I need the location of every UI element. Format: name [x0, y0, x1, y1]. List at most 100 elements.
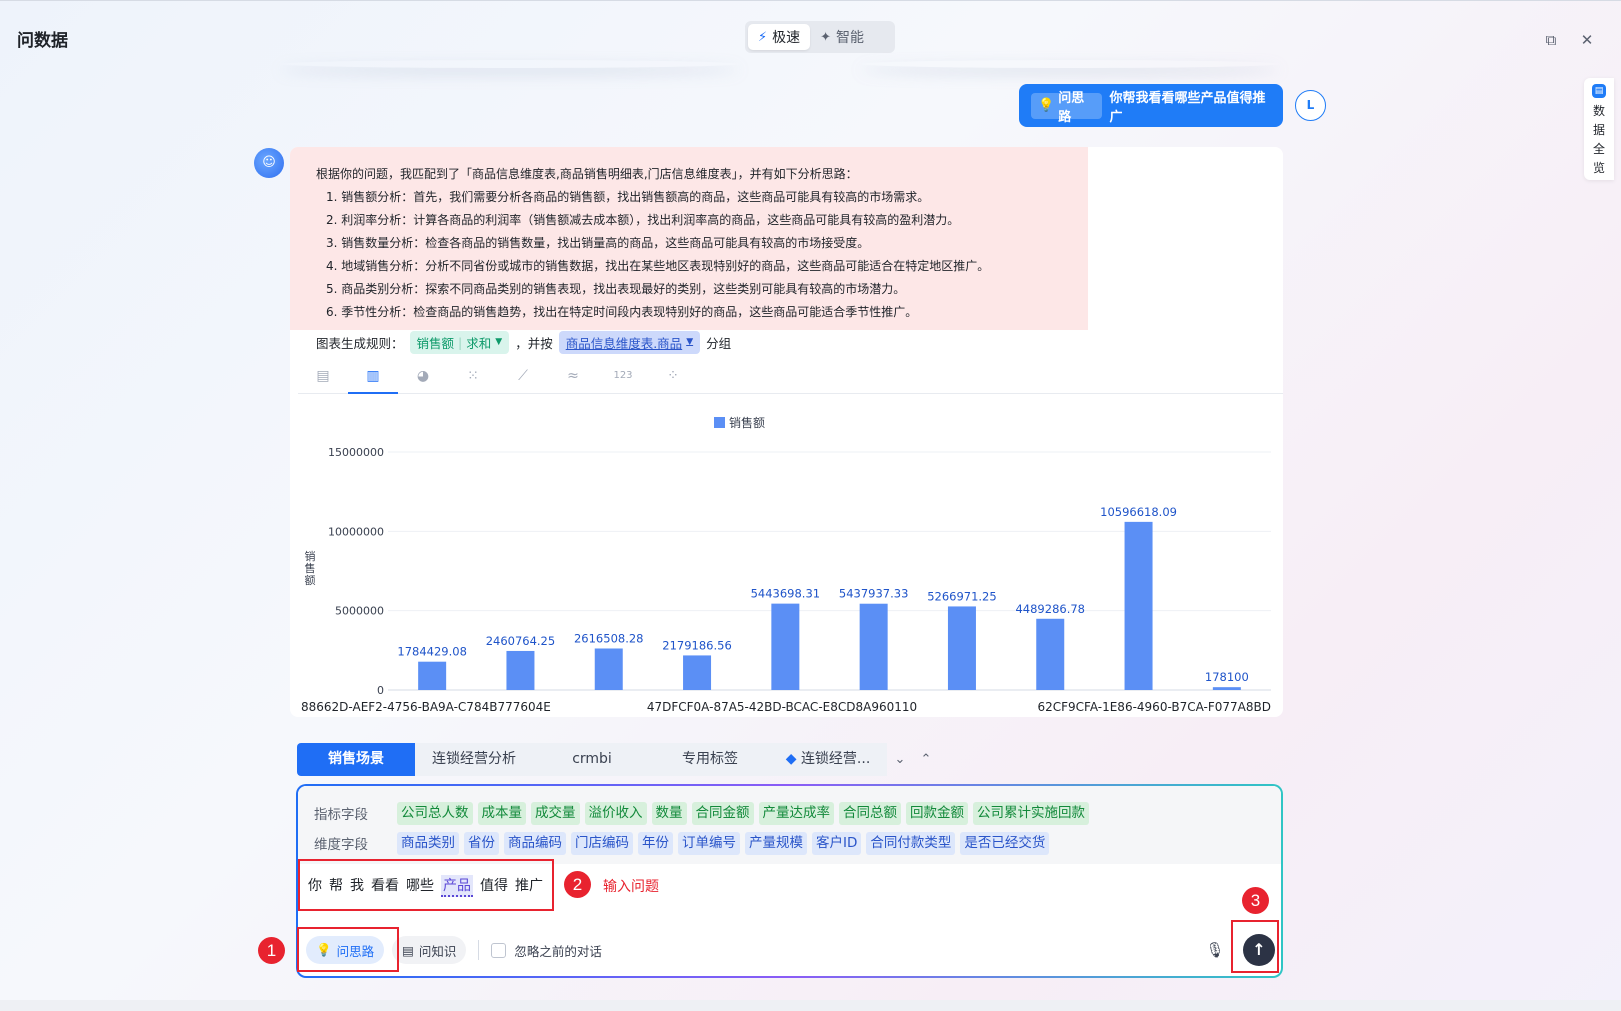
chart-tab-dot[interactable]: ⁙ [448, 358, 498, 394]
user-avatar: L [1295, 90, 1326, 121]
dimension-field-chip[interactable]: 门店编码 [571, 831, 633, 855]
number-icon: 123 [613, 370, 633, 381]
chart-tab-table[interactable]: ▤ [298, 358, 348, 394]
dimension-field-chip[interactable]: 年份 [638, 831, 673, 855]
toolbar-divider [478, 940, 480, 960]
analysis-step: 2. 利润率分析：计算各商品的利润率（销售额减去成本额），找出利润率高的商品，这… [326, 213, 960, 227]
metric-name: 销售额 [416, 335, 455, 351]
data-label: 1784429.08 [397, 645, 467, 659]
metric-field-chip[interactable]: 合同总额 [839, 801, 901, 825]
dimension-field-chip[interactable]: 省份 [464, 831, 499, 855]
bar [771, 603, 800, 690]
bar-chart-icon: ▥ [366, 368, 380, 384]
data-overview-panel-toggle[interactable]: ▤ 数据全览 [1584, 78, 1614, 180]
mode-fast-button[interactable]: ⚡ 极速 [748, 24, 811, 50]
mode-smart-button[interactable]: ✦ 智能 [810, 24, 874, 50]
chart-tab-area[interactable]: ≈ [548, 358, 598, 394]
analysis-step: 1. 销售额分析：首先，我们需要分析各商品的销售额，找出销售额高的商品，这些商品… [326, 190, 930, 204]
bar [418, 661, 447, 690]
dimension-select[interactable]: 商品信息维度表.商品 ▼ [558, 330, 701, 354]
lightning-icon: ⚡ [758, 29, 768, 45]
x-tick-label: 88662D-AEF2-4756-BA9A-C784B777604E [301, 700, 551, 714]
ignore-history-checkbox[interactable] [491, 942, 507, 958]
ask-knowledge-button[interactable]: ▤ 问知识 [392, 936, 467, 964]
metric-field-chip[interactable]: 成交量 [531, 801, 580, 825]
chart-tab-line[interactable]: ⟋ [498, 358, 548, 394]
chevron-down-icon[interactable]: ⌄ [887, 743, 913, 776]
microphone-icon[interactable]: 🎙 [1203, 936, 1227, 964]
close-icon[interactable]: ✕ [1578, 31, 1596, 49]
dimension-field-chip[interactable]: 是否已经交货 [960, 831, 1050, 855]
analysis-step: 4. 地域销售分析：分析不同省份或城市的销售数据，找出在某些地区表现特别好的商品… [326, 259, 990, 273]
user-message-bubble: 💡 问思路 你帮我看看哪些产品值得推广 [1019, 84, 1283, 127]
data-label: 2460764.25 [486, 634, 556, 648]
chart-tab-scatter[interactable]: ⁘ [648, 358, 698, 394]
scene-tab-special-tags[interactable]: 专用标签 [651, 743, 769, 776]
dimension-field-chip[interactable]: 客户ID [812, 831, 862, 855]
aggregation-name: 求和 [466, 335, 492, 351]
chart-rule-suffix: 分组 [706, 335, 732, 351]
data-label: 178100 [1205, 670, 1249, 684]
dimension-field-label: 维度字段 [314, 837, 368, 853]
scene-tab-crmbi[interactable]: crmbi [533, 743, 651, 776]
metric-field-chip[interactable]: 成本量 [477, 801, 526, 825]
bar [947, 606, 976, 690]
document-icon: ▤ [402, 942, 414, 958]
dimension-name: 商品信息维度表.商品 [565, 335, 683, 351]
data-label: 4489286.78 [1015, 602, 1085, 616]
dimension-field-chip[interactable]: 订单编号 [678, 831, 740, 855]
annotation-badge-3: 3 [1242, 887, 1269, 914]
bulb-icon: 💡 [1038, 98, 1055, 113]
y-axis-label: 售 [305, 561, 316, 575]
dimension-field-chip[interactable]: 商品编码 [504, 831, 566, 855]
dot-chart-icon: ⁙ [467, 368, 479, 384]
diamond-icon: ◆ [785, 751, 797, 767]
metric-field-chip[interactable]: 公司总人数 [397, 801, 473, 825]
annotation-box-think [297, 927, 399, 972]
caret-down-icon: ▼ [495, 337, 503, 347]
metric-field-chip[interactable]: 回款金额 [906, 801, 968, 825]
metric-field-label: 指标字段 [314, 807, 368, 823]
sales-bar-chart: 销售额 15000000 10000000 5000000 0 销售额 1784429.08… [301, 415, 1271, 714]
metric-field-chip[interactable]: 数量 [651, 801, 687, 825]
chart-tab-number[interactable]: 123 [598, 358, 648, 394]
dimension-field-chip[interactable]: 合同付款类型 [866, 831, 956, 855]
annotation-text-2: 输入问题 [603, 879, 659, 895]
pie-chart-icon: ◕ [416, 368, 430, 384]
analysis-step: 6. 季节性分析：检查商品的销售趋势，找出在特定时间段内表现特别好的商品，这些商… [326, 305, 918, 319]
chart-tab-pie[interactable]: ◕ [398, 358, 448, 394]
data-label: 5437937.33 [839, 587, 909, 601]
chart-rule-row: 图表生成规则： 销售额 | 求和 ▼ ，并按 商品信息维度表.商品 ▼ 分组 [316, 330, 731, 354]
data-label: 2179186.56 [662, 638, 732, 652]
scene-tab-sales[interactable]: 销售场景 [297, 743, 415, 776]
scene-tab-chain-analysis[interactable]: 连锁经营分析 [415, 743, 533, 776]
chart-rule-mid: ，并按 [515, 335, 553, 351]
bar [683, 655, 712, 690]
metric-field-chip[interactable]: 合同金额 [691, 801, 754, 825]
bar [1124, 521, 1153, 690]
mode-switch[interactable]: ⚡ 极速 ✦ 智能 [745, 21, 895, 53]
collapse-up-icon[interactable]: ⌃ [913, 743, 939, 776]
metric-field-chip[interactable]: 产量达成率 [758, 801, 834, 825]
dimension-field-chip[interactable]: 产量规模 [745, 831, 807, 855]
dimension-field-chip[interactable]: 商品类别 [397, 831, 459, 855]
metric-field-chip[interactable]: 溢价收入 [584, 801, 647, 825]
analysis-step: 5. 商品类别分析：探索不同商品类别的销售表现，找出表现最好的类别，这些类别可能… [326, 282, 906, 296]
scene-tab-chain-more[interactable]: ◆ 连锁经营... [769, 743, 887, 776]
data-label: 5443698.31 [751, 587, 821, 601]
metric-field-chip[interactable]: 公司累计实施回款 [973, 801, 1089, 825]
header-shadow [280, 60, 740, 68]
scene-tab-chain-more-label: 连锁经营... [800, 751, 871, 767]
bar [594, 648, 623, 690]
y-tick-label: 5000000 [335, 605, 384, 618]
metric-select[interactable]: 销售额 | 求和 ▼ [409, 330, 510, 354]
area-chart-icon: ≈ [567, 368, 579, 384]
chart-type-tabs: ▤ ▥ ◕ ⁙ ⟋ ≈ 123 ⁘ [298, 358, 1283, 394]
header-shadow [860, 60, 1280, 68]
layout-switch-icon[interactable]: ⧉ [1542, 31, 1560, 49]
ignore-history-label: 忽略之前的对话 [514, 943, 602, 959]
chart-tab-bar[interactable]: ▥ [348, 358, 398, 394]
mode-fast-label: 极速 [772, 30, 801, 46]
legend-swatch [714, 417, 725, 428]
y-tick-label: 0 [377, 684, 384, 697]
